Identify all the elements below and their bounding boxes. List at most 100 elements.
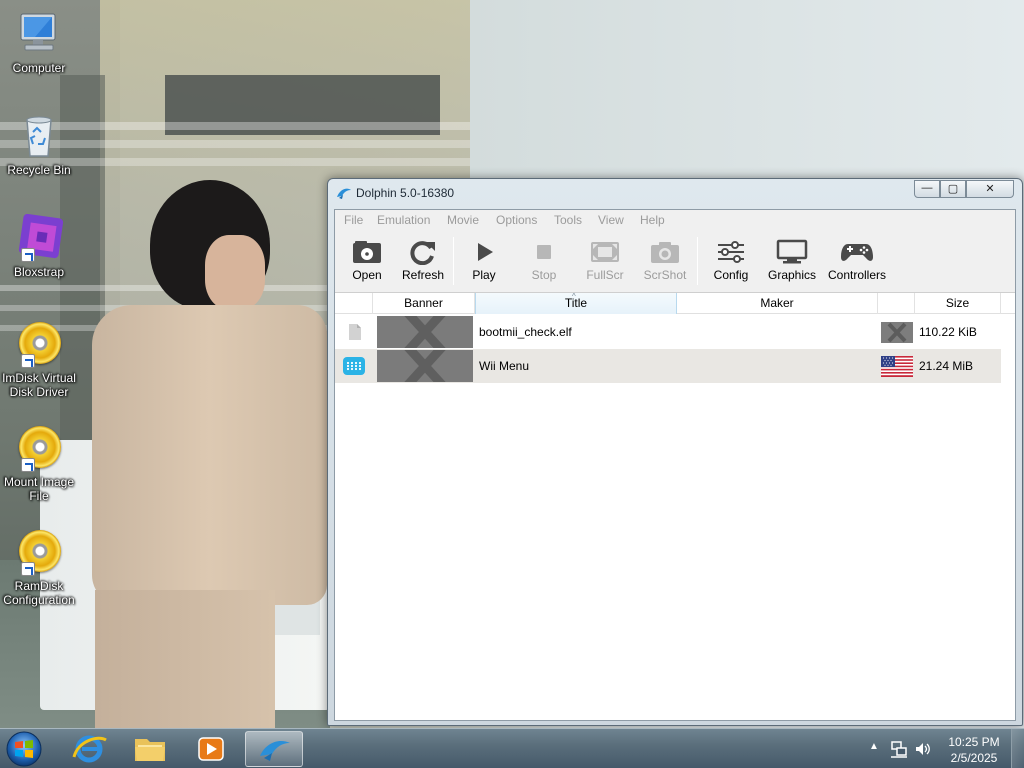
title-bar[interactable]: Dolphin 5.0-16380 — ▢ ✕ bbox=[328, 179, 1022, 207]
game-list[interactable]: Banner ^ Title Maker Size bootmii_check.… bbox=[335, 292, 1015, 720]
refresh-icon bbox=[410, 241, 435, 265]
toolbar: Open Refresh Play Stop FullScr ScrShot C… bbox=[335, 231, 1015, 292]
camera-icon bbox=[651, 242, 679, 263]
menu-options[interactable]: Options bbox=[496, 213, 537, 227]
window-title: Dolphin 5.0-16380 bbox=[356, 186, 455, 200]
minimize-icon: — bbox=[921, 182, 933, 194]
desktop-icon-label: ImDisk Virtual Disk Driver bbox=[2, 371, 76, 399]
close-icon: ✕ bbox=[985, 183, 995, 195]
toolbar-label: Stop bbox=[531, 268, 557, 282]
maximize-button[interactable]: ▢ bbox=[940, 180, 966, 198]
toolbar-label: Config bbox=[713, 268, 749, 282]
toolbar-label: Refresh bbox=[401, 268, 445, 282]
graphics-button[interactable]: Graphics bbox=[761, 235, 823, 289]
controllers-button[interactable]: Controllers bbox=[825, 235, 889, 289]
stop-button[interactable]: Stop bbox=[519, 235, 569, 289]
usa-flag-icon bbox=[881, 356, 913, 377]
desktop-icon-imdisk[interactable]: ImDisk Virtual Disk Driver bbox=[0, 320, 78, 399]
toolbar-label: Controllers bbox=[827, 268, 887, 282]
game-row[interactable]: bootmii_check.elf 110.22 KiB bbox=[335, 315, 1001, 349]
menu-view[interactable]: View bbox=[598, 213, 624, 227]
toolbar-label: FullScr bbox=[586, 268, 624, 282]
show-desktop-button[interactable] bbox=[1011, 729, 1024, 768]
desktop-icon-label: RamDisk Configuration bbox=[3, 579, 75, 607]
recycle-bin-icon bbox=[26, 116, 52, 157]
game-row[interactable]: Wii Menu 21.24 MiB bbox=[335, 349, 1001, 383]
volume-icon[interactable] bbox=[914, 740, 932, 758]
taskbar-media-player[interactable] bbox=[182, 731, 240, 767]
toolbar-label: Graphics bbox=[767, 268, 817, 282]
desktop-icon-label: Recycle Bin bbox=[7, 163, 71, 177]
dolphin-icon bbox=[260, 740, 290, 761]
clock-date[interactable]: 2/5/2025 bbox=[944, 751, 1004, 765]
menu-tools[interactable]: Tools bbox=[554, 213, 582, 227]
shortcut-arrow-icon bbox=[21, 248, 35, 262]
open-disc-icon bbox=[353, 241, 381, 263]
shortcut-arrow-icon bbox=[21, 354, 35, 368]
stop-icon bbox=[537, 245, 551, 259]
screenshot-button[interactable]: ScrShot bbox=[637, 235, 693, 289]
desktop-icon-ramdisk[interactable]: RamDisk Configuration bbox=[0, 528, 78, 607]
menu-bar: File Emulation Movie Options Tools View … bbox=[335, 210, 1015, 230]
game-list-header: Banner ^ Title Maker Size bbox=[335, 292, 1015, 314]
toolbar-separator bbox=[453, 237, 454, 285]
desktop-icon-bloxstrap[interactable]: Bloxstrap bbox=[0, 213, 78, 279]
sort-ascending-icon: ^ bbox=[572, 292, 576, 301]
desktop-icon-recycle-bin[interactable]: Recycle Bin bbox=[0, 112, 78, 177]
close-button[interactable]: ✕ bbox=[966, 180, 1014, 198]
gamepad-icon bbox=[841, 244, 873, 261]
unknown-region-icon bbox=[881, 322, 913, 343]
taskbar: ▲ 10:25 PM 2/5/2025 bbox=[0, 728, 1024, 768]
desktop-icon-label: Bloxstrap bbox=[13, 265, 65, 279]
column-header-platform[interactable] bbox=[335, 293, 373, 314]
shortcut-arrow-icon bbox=[21, 562, 35, 576]
desktop-icon-mount-image-file[interactable]: Mount Image File bbox=[0, 424, 78, 503]
desktop-icon-label: Mount Image File bbox=[3, 475, 75, 503]
open-button[interactable]: Open bbox=[341, 235, 393, 289]
play-icon bbox=[478, 243, 493, 261]
game-size: 21.24 MiB bbox=[919, 359, 974, 373]
banner-placeholder-image bbox=[377, 316, 473, 348]
menu-file[interactable]: File bbox=[344, 213, 363, 227]
computer-icon bbox=[20, 13, 56, 51]
menu-movie[interactable]: Movie bbox=[447, 213, 479, 227]
internet-explorer-icon bbox=[72, 735, 107, 763]
play-button[interactable]: Play bbox=[459, 235, 509, 289]
show-hidden-icons-button[interactable]: ▲ bbox=[869, 741, 879, 752]
monitor-icon bbox=[776, 239, 808, 264]
start-orb[interactable] bbox=[4, 730, 44, 768]
minimize-button[interactable]: — bbox=[914, 180, 940, 198]
clock-time[interactable]: 10:25 PM bbox=[944, 735, 1004, 749]
wii-wad-icon bbox=[343, 357, 365, 375]
media-player-icon bbox=[198, 737, 224, 761]
desktop-icon-computer[interactable]: Computer bbox=[0, 10, 78, 75]
file-explorer-icon bbox=[135, 739, 165, 761]
column-header-banner[interactable]: Banner bbox=[373, 293, 475, 314]
network-icon[interactable] bbox=[890, 740, 908, 758]
dolphin-window[interactable]: Dolphin 5.0-16380 — ▢ ✕ File Emulation M… bbox=[327, 178, 1023, 726]
menu-help[interactable]: Help bbox=[640, 213, 665, 227]
toolbar-label: Open bbox=[352, 268, 382, 282]
column-header-maker[interactable]: Maker bbox=[677, 293, 878, 314]
window-client-area: File Emulation Movie Options Tools View … bbox=[334, 209, 1016, 721]
game-title: Wii Menu bbox=[479, 359, 530, 373]
toolbar-label: ScrShot bbox=[643, 268, 687, 282]
column-header-region[interactable] bbox=[878, 293, 915, 314]
game-size: 110.22 KiB bbox=[919, 325, 977, 339]
fullscreen-button[interactable]: FullScr bbox=[579, 235, 631, 289]
toolbar-separator bbox=[697, 237, 698, 285]
banner-placeholder-image bbox=[377, 350, 473, 382]
column-header-title[interactable]: ^ Title bbox=[475, 292, 677, 314]
sliders-icon bbox=[718, 241, 744, 263]
taskbar-dolphin[interactable] bbox=[245, 731, 303, 767]
refresh-button[interactable]: Refresh bbox=[397, 235, 449, 289]
config-button[interactable]: Config bbox=[703, 235, 759, 289]
column-header-size[interactable]: Size bbox=[915, 293, 1001, 314]
desktop-icon-label: Computer bbox=[12, 61, 66, 75]
taskbar-file-explorer[interactable] bbox=[121, 731, 179, 767]
file-icon bbox=[349, 324, 361, 340]
shortcut-arrow-icon bbox=[21, 458, 35, 472]
menu-emulation[interactable]: Emulation bbox=[377, 213, 430, 227]
taskbar-internet-explorer[interactable] bbox=[60, 731, 118, 767]
dolphin-icon bbox=[337, 188, 351, 199]
